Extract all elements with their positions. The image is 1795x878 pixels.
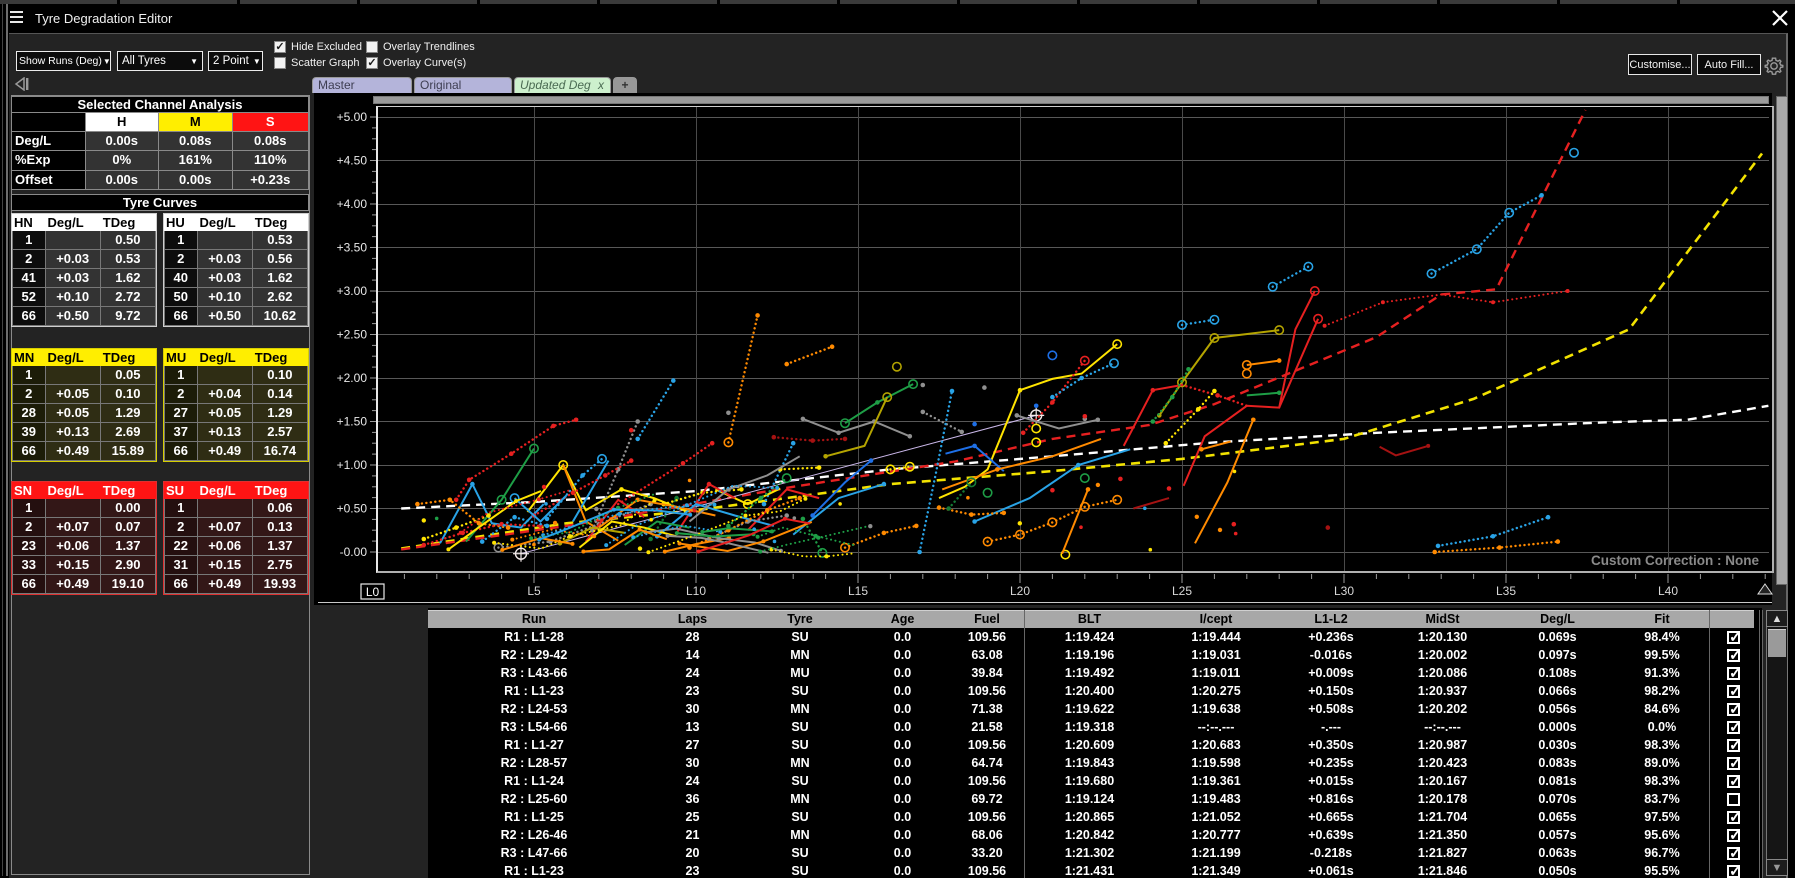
svg-text:L10: L10 bbox=[686, 584, 706, 598]
svg-text:+1.50: +1.50 bbox=[337, 415, 368, 429]
svg-text:+4.50: +4.50 bbox=[337, 154, 368, 168]
svg-text:+2.50: +2.50 bbox=[337, 328, 368, 342]
svg-text:+1.00: +1.00 bbox=[337, 458, 368, 472]
svg-text:+5.00: +5.00 bbox=[337, 110, 368, 124]
svg-text:L40: L40 bbox=[1658, 584, 1678, 598]
svg-text:+2.00: +2.00 bbox=[337, 371, 368, 385]
svg-text:-0.00: -0.00 bbox=[340, 545, 368, 559]
svg-text:L30: L30 bbox=[1334, 584, 1354, 598]
svg-text:Custom Correction : None: Custom Correction : None bbox=[1591, 553, 1759, 568]
svg-text:+3.00: +3.00 bbox=[337, 284, 368, 298]
svg-text:L5: L5 bbox=[527, 584, 541, 598]
svg-text:L15: L15 bbox=[848, 584, 868, 598]
svg-text:L0: L0 bbox=[366, 585, 380, 599]
svg-text:+0.50: +0.50 bbox=[337, 502, 368, 516]
svg-text:+4.00: +4.00 bbox=[337, 197, 368, 211]
svg-text:L25: L25 bbox=[1172, 584, 1192, 598]
svg-text:+3.50: +3.50 bbox=[337, 241, 368, 255]
svg-text:L20: L20 bbox=[1010, 584, 1030, 598]
svg-text:L35: L35 bbox=[1496, 584, 1516, 598]
